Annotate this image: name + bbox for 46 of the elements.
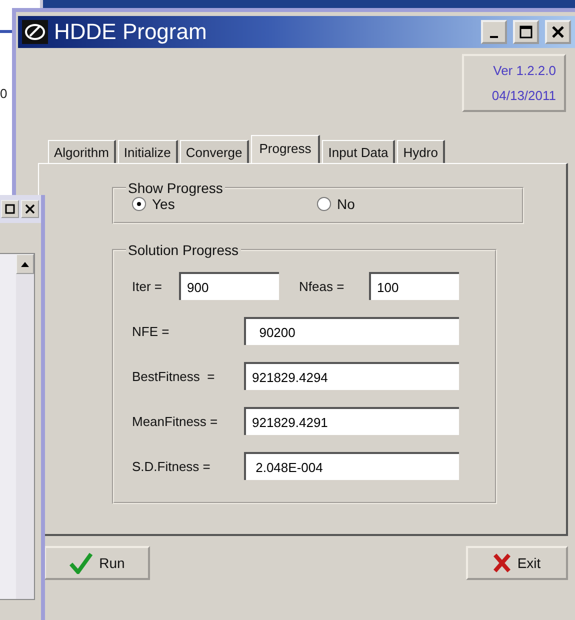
group-title: Show Progress [127, 180, 224, 196]
up-arrow-icon [21, 262, 29, 266]
tab[interactable]: Initialize [118, 140, 178, 163]
field-label: Nfeas = [299, 278, 346, 294]
exit-button[interactable]: Exit [466, 546, 568, 580]
radio-label: Yes [152, 196, 175, 212]
field-label: S.D.Fitness = [132, 458, 212, 474]
radio-button[interactable] [317, 197, 331, 211]
close-button[interactable] [545, 20, 571, 44]
value-field[interactable]: 921829.4291 [244, 407, 459, 435]
field-label: NFE = [132, 324, 170, 338]
run-button[interactable]: Run [44, 546, 150, 580]
close-button[interactable] [21, 200, 39, 218]
maximize-icon [5, 204, 15, 214]
window-text: 0 [0, 86, 8, 101]
minimize-icon [490, 36, 498, 38]
version-text: Ver 1.2.2.0 [493, 63, 556, 78]
value-field[interactable]: 2.048E-004 [244, 452, 459, 480]
radio-label: No [337, 196, 355, 212]
tab[interactable]: Input Data [322, 140, 396, 163]
tab[interactable]: Converge [180, 140, 250, 163]
field-label: Iter = [132, 278, 163, 294]
tab[interactable]: Progress [251, 135, 320, 163]
tab[interactable]: Hydro [397, 140, 445, 163]
version-date: 04/13/2011 [492, 88, 556, 103]
scroll-up-button[interactable] [16, 254, 34, 274]
close-icon [551, 25, 565, 39]
field-label: MeanFitness = [132, 414, 219, 428]
minimize-button[interactable] [481, 20, 507, 44]
window-title: HDDE Program [54, 19, 208, 45]
maximize-button[interactable] [1, 200, 19, 218]
app-logo-icon [22, 20, 48, 44]
tab[interactable]: Algorithm [48, 140, 116, 163]
x-icon [493, 553, 512, 573]
value-field[interactable]: 900 [179, 272, 279, 300]
value-field[interactable]: 90200 [244, 317, 459, 345]
scrollbar[interactable] [16, 254, 34, 599]
check-icon [69, 552, 94, 574]
close-icon [25, 204, 35, 214]
group-title: Solution Progress [127, 242, 240, 258]
radio-button[interactable] [132, 197, 146, 211]
field-label: BestFitness = [132, 368, 216, 384]
value-field[interactable]: 921829.4294 [244, 362, 459, 390]
maximize-button[interactable] [513, 20, 539, 44]
maximize-icon [519, 25, 533, 39]
value-field[interactable]: 100 [369, 272, 459, 300]
